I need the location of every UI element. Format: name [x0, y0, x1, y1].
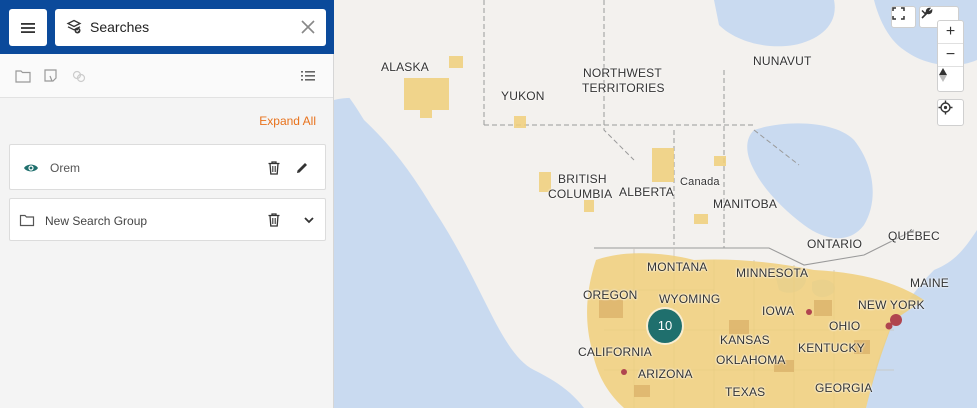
search-group-label: New Search Group — [45, 214, 148, 228]
page-title: Searches — [90, 19, 150, 35]
map-label-nunavut: NUNAVUT — [753, 54, 812, 68]
map-label-new-york: NEW YORK — [858, 298, 925, 312]
map-label-alaska: ALASKA — [381, 60, 429, 74]
map-label-kentucky: KENTUCKY — [798, 341, 865, 355]
locate-button[interactable] — [937, 99, 964, 126]
map-label-wyoming: WYOMING — [659, 292, 721, 306]
map-basemap — [334, 0, 977, 408]
list-icon[interactable] — [299, 67, 317, 85]
map-label-quebec: QUÉBEC — [888, 229, 940, 243]
map-label-georgia: GEORGIA — [815, 381, 873, 395]
chevron-down-icon — [921, 9, 929, 15]
map-label-maine: MAINE — [910, 276, 950, 290]
expand-all-link[interactable]: Expand All — [259, 114, 316, 128]
search-item-label: Orem — [50, 161, 80, 175]
compass-button[interactable] — [938, 66, 963, 92]
map-label-british: BRITISH — [558, 172, 607, 186]
map-label-yukon: YUKON — [501, 89, 545, 103]
zoom-out-button[interactable]: − — [938, 43, 963, 65]
map-label-territories: TERRITORIES — [582, 81, 665, 95]
trash-icon[interactable] — [266, 160, 282, 176]
hamburger-icon — [21, 22, 35, 33]
map-label-minnesota: MINNESOTA — [736, 266, 809, 280]
map-label-arizona: ARIZONA — [638, 367, 693, 381]
folder-icon — [19, 214, 35, 227]
layers-icon — [66, 19, 82, 34]
map-label-montana: MONTANA — [647, 260, 708, 274]
search-panel: Searches Expand All Orem New Search Grou… — [0, 0, 334, 408]
map-label-columbia: COLUMBIA — [548, 187, 613, 201]
search-toolbar — [0, 54, 333, 98]
search-group-item[interactable]: New Search Group — [9, 198, 326, 241]
chevron-down-icon[interactable] — [301, 212, 317, 228]
map-cluster-marker[interactable]: 10 — [648, 309, 682, 343]
map-label-california: CALIFORNIA — [578, 345, 653, 359]
trash-icon[interactable] — [266, 212, 282, 228]
zoom-controls: + − — [937, 20, 964, 92]
link-icon — [72, 70, 86, 83]
menu-button[interactable] — [9, 9, 47, 46]
new-folder-icon[interactable] — [14, 67, 32, 85]
map-label-canada: Canada — [680, 176, 720, 188]
searches-title-bar: Searches — [55, 9, 326, 46]
map-label-ohio: OHIO — [829, 319, 861, 333]
panel-header: Searches — [0, 0, 334, 54]
new-search-icon[interactable] — [42, 67, 60, 85]
map-label-oklahoma: OKLAHOMA — [716, 353, 786, 367]
fullscreen-icon — [892, 7, 905, 20]
map-label-manitoba: MANITOBA — [713, 197, 778, 211]
eye-icon[interactable] — [23, 160, 39, 176]
search-item[interactable]: Orem — [9, 144, 326, 190]
map-label-northwest: NORTHWEST — [583, 66, 662, 80]
close-icon[interactable] — [300, 19, 316, 35]
fullscreen-button[interactable] — [891, 6, 916, 28]
north-arrow-icon — [939, 68, 947, 82]
crosshair-icon — [938, 100, 953, 115]
pencil-icon[interactable] — [294, 160, 310, 176]
map-label-oregon: OREGON — [583, 288, 638, 302]
map-label-texas: TEXAS — [725, 385, 766, 399]
map-label-iowa: IOWA — [762, 304, 795, 318]
map-view[interactable]: ALASKA NORTHWEST TERRITORIES NUNAVUT YUK… — [334, 0, 977, 408]
map-label-kansas: KANSAS — [720, 333, 770, 347]
zoom-in-button[interactable]: + — [938, 21, 963, 43]
map-label-alberta: ALBERTA — [619, 185, 674, 199]
map-label-ontario: ONTARIO — [807, 237, 863, 251]
